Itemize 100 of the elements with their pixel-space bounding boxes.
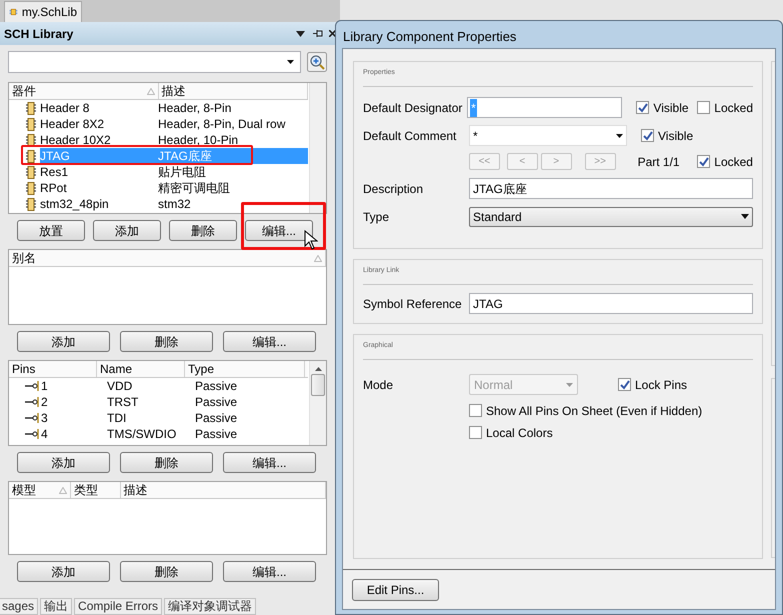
- field-value: *: [470, 98, 477, 116]
- pin-icon: [25, 413, 39, 423]
- pin-icon: [25, 397, 39, 407]
- select-value: Standard: [473, 208, 523, 226]
- bottom-tab[interactable]: sages: [0, 598, 38, 615]
- list-row[interactable]: stm32_48pin stm32: [9, 196, 308, 212]
- checkbox[interactable]: [469, 426, 482, 439]
- bottom-tab[interactable]: 输出: [40, 598, 72, 615]
- close-icon: [329, 30, 336, 37]
- field-label: Default Comment: [363, 128, 458, 144]
- pin-number: 1: [41, 378, 49, 395]
- pin-icon: [25, 429, 39, 439]
- panel-button[interactable]: 编辑...: [223, 331, 316, 352]
- checkbox-label: Visible: [653, 100, 689, 116]
- column-header[interactable]: Name: [97, 361, 185, 377]
- column-header[interactable]: Pins: [9, 361, 97, 377]
- checkbox[interactable]: [641, 129, 654, 142]
- pin-name: TDI: [107, 410, 128, 427]
- dropdown-icon: [287, 60, 294, 64]
- pin-icon: [25, 381, 39, 391]
- checkbox-label: Local Colors: [486, 424, 553, 442]
- list-row[interactable]: Header 8 Header, 8-Pin: [9, 100, 308, 116]
- panel-button[interactable]: 删除: [120, 452, 213, 473]
- select-box[interactable]: Standard: [469, 206, 753, 226]
- panel-button[interactable]: 编辑...: [245, 220, 313, 241]
- document-tab[interactable]: my.SchLib: [4, 1, 82, 22]
- component-icon: [26, 198, 36, 210]
- scrollbar-thumb[interactable]: [311, 374, 325, 396]
- column-label: Pins: [12, 361, 36, 378]
- component-icon: [26, 134, 36, 146]
- field-value: *: [473, 128, 479, 144]
- list-row[interactable]: RPot 精密可调电阻: [9, 180, 308, 196]
- panel-button[interactable]: 放置: [17, 220, 85, 241]
- component-name: Header 10X2: [40, 132, 112, 149]
- column-header[interactable]: 描述: [158, 83, 308, 99]
- part-label: Part 1/1: [638, 154, 681, 170]
- panel-button[interactable]: 删除: [120, 331, 213, 352]
- column-header[interactable]: 别名: [9, 250, 326, 266]
- edit-pins-button[interactable]: Edit Pins...: [352, 578, 439, 600]
- panel-button[interactable]: 删除: [120, 561, 213, 582]
- component-name: Res1: [40, 164, 70, 181]
- checkbox[interactable]: [469, 404, 482, 417]
- panel-button[interactable]: 添加: [17, 331, 110, 352]
- pin-number: 2: [41, 394, 49, 411]
- column-header[interactable]: 类型: [70, 482, 121, 498]
- component-description: 精密可调电阻: [158, 180, 230, 197]
- panel-button[interactable]: 编辑...: [223, 452, 316, 473]
- checkbox-label: Lock Pins: [635, 376, 688, 394]
- list-row[interactable]: Header 10X2 Header, 10-Pin: [9, 132, 308, 148]
- field-label: Symbol Reference: [363, 296, 463, 312]
- bottom-tab[interactable]: Compile Errors: [74, 598, 162, 615]
- column-header[interactable]: Type: [185, 361, 305, 377]
- column-header[interactable]: 器件: [9, 83, 158, 99]
- pin-name: VDD: [107, 378, 134, 395]
- component-name: stm32_48pin: [40, 196, 110, 213]
- component-description: Header, 10-Pin: [158, 132, 238, 149]
- component-description: Header, 8-Pin, Dual row: [158, 116, 286, 133]
- panel-button[interactable]: 添加: [17, 561, 110, 582]
- field-label: Mode: [363, 376, 394, 394]
- zoom-search-icon: [307, 52, 327, 72]
- pin-type: Passive: [195, 378, 238, 395]
- select-value: Normal: [474, 376, 514, 394]
- text-field[interactable]: JTAG底座: [469, 178, 753, 199]
- checkbox[interactable]: [636, 101, 650, 114]
- bottom-tab[interactable]: 编译对象调试器: [164, 598, 256, 615]
- checkbox[interactable]: [697, 155, 710, 168]
- dropdown-icon: [616, 134, 623, 138]
- scrollbar[interactable]: [309, 83, 326, 213]
- panel-button[interactable]: 添加: [17, 452, 110, 473]
- checkbox[interactable]: [618, 378, 631, 391]
- column-label: 类型: [74, 482, 99, 499]
- pin-type: Passive: [195, 410, 238, 427]
- list-row[interactable]: Res1 贴片电阻: [9, 164, 308, 180]
- checkbox-label: Show All Pins On Sheet (Even if Hidden): [486, 402, 702, 420]
- checkbox-label: Visible: [658, 128, 694, 144]
- pin-type: Passive: [195, 426, 238, 443]
- panel-button[interactable]: 删除: [169, 220, 237, 241]
- checkbox[interactable]: [697, 101, 710, 114]
- panel-button[interactable]: 编辑...: [223, 561, 316, 582]
- checkbox-label: Locked: [714, 154, 753, 170]
- sort-icon: [58, 486, 67, 494]
- component-icon: [26, 102, 36, 114]
- pin-number: 3: [41, 410, 49, 427]
- column-header[interactable]: 描述: [120, 482, 326, 498]
- column-header[interactable]: 模型: [9, 482, 71, 498]
- combo-box[interactable]: *: [469, 125, 627, 146]
- pin-name: TMS/SWDIO: [107, 426, 178, 443]
- component-description: JTAG底座: [158, 148, 212, 165]
- sort-icon: [314, 254, 322, 262]
- text-field[interactable]: JTAG: [469, 293, 753, 314]
- scrollbar[interactable]: [309, 361, 326, 445]
- list-row[interactable]: Header 8X2 Header, 8-Pin, Dual row: [9, 116, 308, 132]
- panel-button[interactable]: 添加: [93, 220, 161, 241]
- dropdown-icon: [296, 30, 305, 36]
- search-field[interactable]: [8, 51, 301, 73]
- column-label: Type: [188, 361, 216, 378]
- component-name: RPot: [40, 180, 68, 197]
- dropdown-icon: [566, 382, 573, 386]
- field-label: Description: [363, 180, 424, 198]
- field-label: Type: [363, 208, 390, 226]
